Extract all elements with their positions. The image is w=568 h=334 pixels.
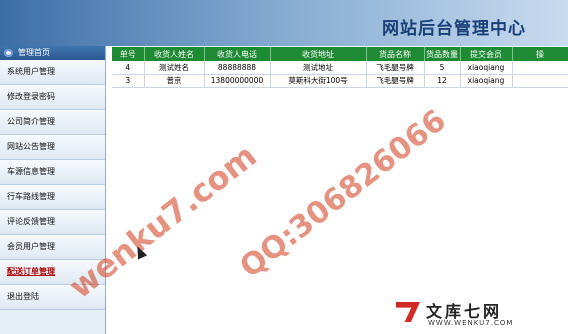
page-title: 网站后台管理中心 bbox=[382, 19, 526, 39]
brand-footer: 文库七网 WWW.WENKU7.COM bbox=[370, 296, 562, 330]
cell-member: xiaoqiang bbox=[460, 61, 513, 75]
home-icon bbox=[4, 49, 13, 57]
column-header-receiver-name: 收货人姓名 bbox=[144, 47, 205, 61]
cell-quantity: 12 bbox=[424, 74, 461, 88]
column-header-actions: 操 bbox=[512, 47, 568, 61]
sidebar-item-vehicle-sources[interactable]: 车源信息管理 bbox=[0, 160, 105, 185]
sidebar-item-feedback[interactable]: 评论反馈管理 bbox=[0, 210, 105, 235]
column-header-member: 提交会员 bbox=[460, 47, 513, 61]
sidebar-item-system-users[interactable]: 系统用户管理 bbox=[0, 60, 105, 85]
sidebar-item-routes[interactable]: 行车路线管理 bbox=[0, 185, 105, 210]
table-row: 3 普京 13800000000 莫斯科大街100号 飞毛腿号牌 12 xiao… bbox=[112, 74, 568, 88]
column-header-quantity: 货品数量 bbox=[424, 47, 461, 61]
cell-actions[interactable] bbox=[512, 61, 568, 75]
cell-member: xiaoqiang bbox=[460, 74, 513, 88]
orders-table: 单号 收货人姓名 收货人电话 收货地址 货品名称 货品数量 提交会员 操 4 测… bbox=[112, 47, 568, 88]
table-row: 4 测试姓名 88888888 测试地址 飞毛腿号牌 5 xiaoqiang bbox=[112, 61, 568, 75]
watermark-qq: QQ:306826066 bbox=[233, 102, 453, 286]
sidebar-item-announcements[interactable]: 网站公告管理 bbox=[0, 135, 105, 160]
cell-quantity: 5 bbox=[424, 61, 461, 75]
cell-receiver-name: 测试姓名 bbox=[144, 61, 205, 75]
header-banner: 网站后台管理中心 bbox=[0, 0, 568, 46]
sidebar-home-label: 管理首页 bbox=[18, 48, 50, 57]
cell-actions[interactable] bbox=[512, 74, 568, 88]
cell-receiver-phone: 13800000000 bbox=[204, 74, 271, 88]
sidebar-item-company-profile[interactable]: 公司简介管理 bbox=[0, 110, 105, 135]
cell-receiver-phone: 88888888 bbox=[204, 61, 271, 75]
cell-order-no: 4 bbox=[112, 61, 145, 75]
sidebar-home-link[interactable]: 管理首页 bbox=[0, 46, 105, 60]
cell-receiver-name: 普京 bbox=[144, 74, 205, 88]
cell-address: 测试地址 bbox=[270, 61, 367, 75]
cell-goods-name: 飞毛腿号牌 bbox=[366, 74, 425, 88]
column-header-address: 收货地址 bbox=[270, 47, 367, 61]
sidebar-item-change-password[interactable]: 修改登录密码 bbox=[0, 85, 105, 110]
column-header-goods-name: 货品名称 bbox=[366, 47, 425, 61]
brand-url: WWW.WENKU7.COM bbox=[428, 319, 514, 327]
column-header-receiver-phone: 收货人电话 bbox=[204, 47, 271, 61]
order-list-panel: 单号 收货人姓名 收货人电话 收货地址 货品名称 货品数量 提交会员 操 4 测… bbox=[112, 47, 568, 88]
column-header-order-no: 单号 bbox=[112, 47, 145, 61]
cell-address: 莫斯科大街100号 bbox=[270, 74, 367, 88]
cell-goods-name: 飞毛腿号牌 bbox=[366, 61, 425, 75]
table-header-row: 单号 收货人姓名 收货人电话 收货地址 货品名称 货品数量 提交会员 操 bbox=[112, 47, 568, 61]
brand-logo-icon bbox=[396, 302, 420, 322]
cell-order-no: 3 bbox=[112, 74, 145, 88]
